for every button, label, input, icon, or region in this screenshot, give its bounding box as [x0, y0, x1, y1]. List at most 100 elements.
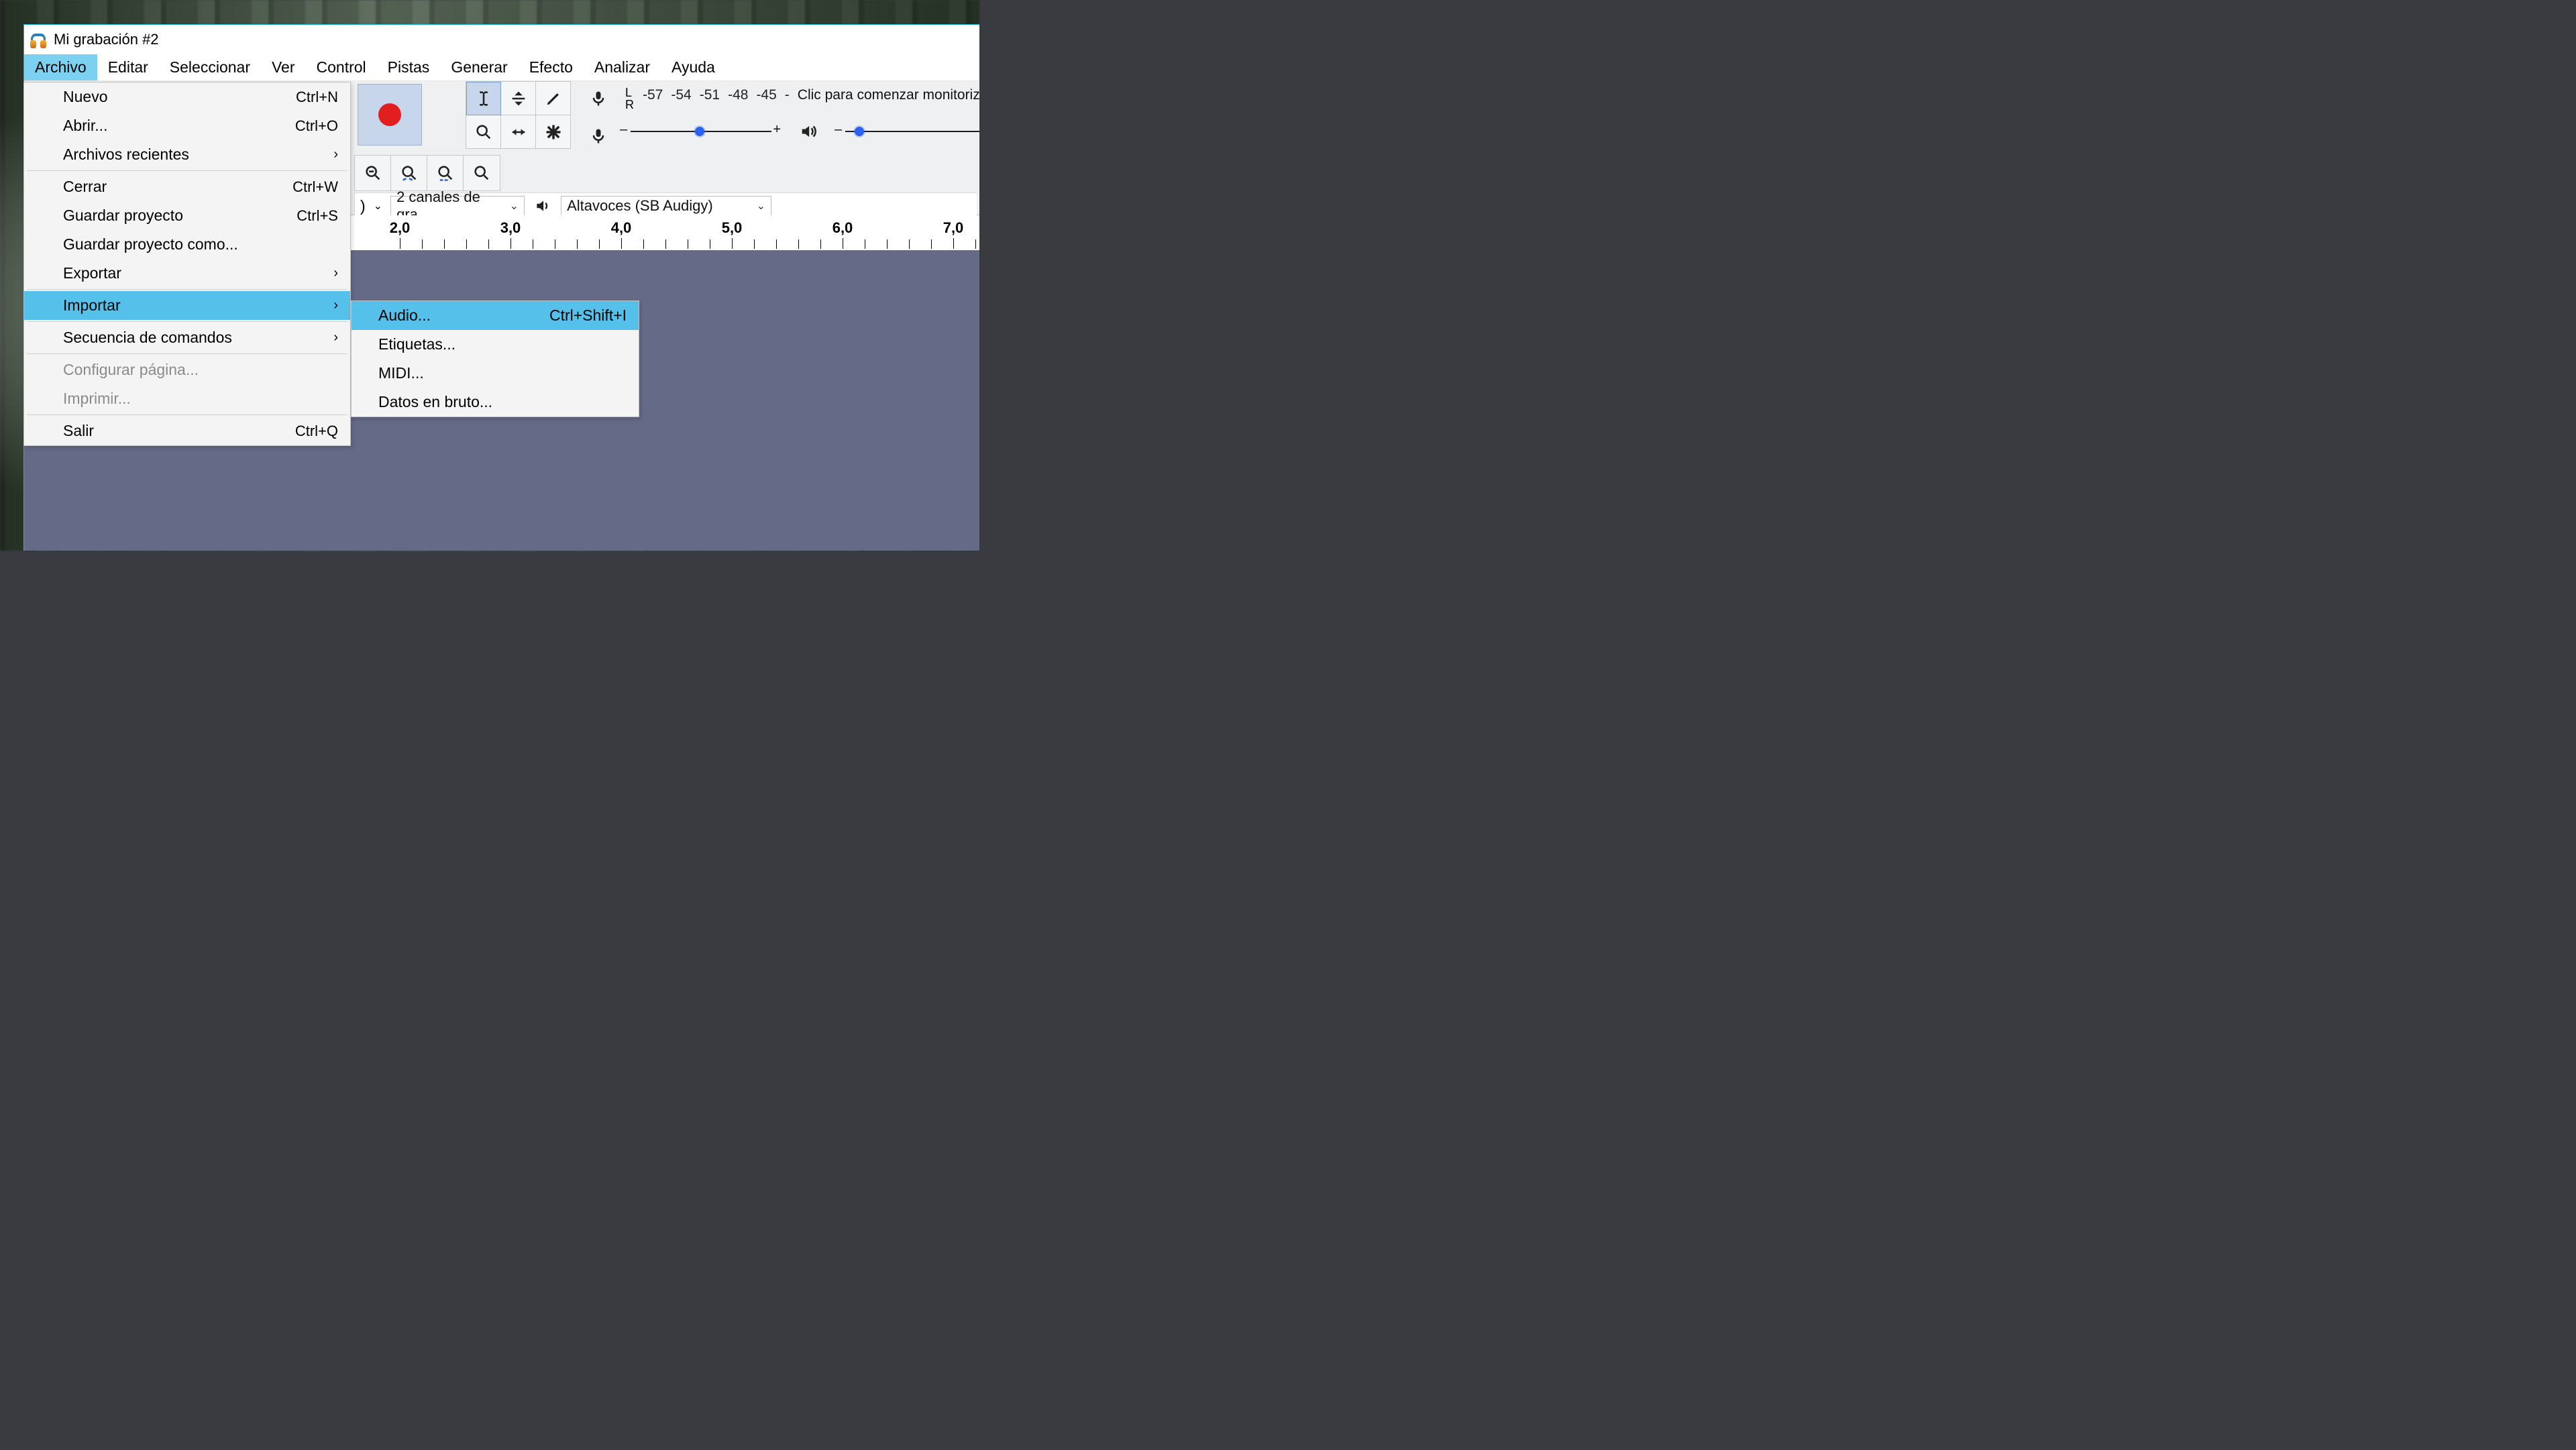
edit-zoom-toolbar [354, 155, 500, 191]
file-menu-save[interactable]: Guardar proyecto Ctrl+S [24, 201, 350, 230]
import-raw[interactable]: Datos en bruto... [352, 388, 639, 416]
ruler-minor-tick [754, 239, 755, 249]
ruler-minor-tick [488, 239, 489, 249]
menu-seleccionar[interactable]: Seleccionar [159, 54, 261, 80]
menu-item-label: Salir [63, 422, 94, 440]
menu-control[interactable]: Control [306, 54, 377, 80]
menu-pistas[interactable]: Pistas [377, 54, 441, 80]
file-menu-export[interactable]: Exportar › [24, 259, 350, 288]
menu-separator [27, 321, 347, 322]
menu-generar[interactable]: Generar [440, 54, 518, 80]
menu-efecto[interactable]: Efecto [519, 54, 584, 80]
menu-separator [27, 353, 347, 354]
multi-tool[interactable] [536, 115, 571, 149]
playback-device-combo[interactable]: Altavoces (SB Audigy) ⌄ [561, 196, 771, 216]
file-menu-open[interactable]: Abrir... Ctrl+O [24, 111, 350, 140]
chevron-down-icon[interactable]: ⌄ [374, 199, 382, 213]
playback-volume-slider[interactable]: –+ [845, 125, 979, 138]
zoom-out-button[interactable] [391, 156, 427, 190]
file-menu-close[interactable]: Cerrar Ctrl+W [24, 172, 350, 201]
zoom-in-button[interactable] [355, 156, 391, 190]
mic-indicator-icon [585, 85, 612, 112]
menu-item-label: Nuevo [63, 88, 107, 106]
meter-l-label: L [625, 87, 634, 99]
db-tick: -54 [671, 87, 691, 103]
menu-item-label: Guardar proyecto como... [63, 235, 238, 254]
mixer-toolbar: –+ –+ [631, 121, 979, 142]
magnifier-icon [472, 164, 491, 182]
menu-item-label: MIDI... [378, 364, 424, 382]
menu-editar[interactable]: Editar [97, 54, 159, 80]
asterisk-icon [544, 123, 563, 142]
import-midi[interactable]: MIDI... [352, 359, 639, 388]
menu-archivo[interactable]: Archivo [24, 54, 97, 80]
ruler-minor-tick [820, 239, 821, 249]
import-submenu: Audio... Ctrl+Shift+I Etiquetas... MIDI.… [351, 300, 639, 417]
ruler-minor-tick [665, 239, 666, 249]
import-audio[interactable]: Audio... Ctrl+Shift+I [352, 301, 639, 330]
ruler-label: 3,0 [500, 219, 521, 237]
menu-analizar[interactable]: Analizar [584, 54, 661, 80]
chevron-right-icon: › [333, 147, 338, 162]
db-dash: - [785, 87, 790, 103]
speaker-icon [533, 196, 553, 216]
import-labels[interactable]: Etiquetas... [352, 330, 639, 359]
selection-tool[interactable] [466, 82, 501, 115]
transport-toolbar [355, 81, 425, 148]
envelope-tool[interactable] [501, 82, 536, 115]
menu-item-label: Abrir... [63, 117, 107, 135]
menu-ayuda[interactable]: Ayuda [661, 54, 726, 80]
ruler-label: 4,0 [611, 219, 632, 237]
file-menu-recent[interactable]: Archivos recientes › [24, 140, 350, 169]
file-menu-new[interactable]: Nuevo Ctrl+N [24, 82, 350, 111]
chevron-down-icon: ⌄ [757, 199, 765, 213]
envelope-icon [509, 89, 528, 108]
ruler-minor-tick [599, 239, 600, 249]
file-menu-exit[interactable]: Salir Ctrl+Q [24, 416, 350, 445]
record-button[interactable] [358, 84, 422, 146]
file-menu-page-setup: Configurar página... [24, 355, 350, 384]
menu-item-accel: Ctrl+S [297, 207, 338, 225]
timeshift-tool[interactable] [501, 115, 536, 149]
fit-selection-button[interactable] [427, 156, 464, 190]
titlebar[interactable]: Mi grabación #2 [24, 25, 979, 54]
audacity-icon [30, 31, 47, 48]
recording-meter[interactable]: -57 -54 -51 -48 -45 - Clic para comenzar… [643, 85, 979, 105]
menu-separator [27, 289, 347, 290]
db-tick: -48 [728, 87, 748, 103]
ibeam-icon [474, 89, 493, 108]
fit-project-button[interactable] [464, 156, 500, 190]
ruler-minor-tick [422, 239, 423, 249]
recording-channels-combo[interactable]: 2 canales de gra ⌄ [390, 196, 525, 216]
pencil-icon [544, 89, 563, 108]
window-title: Mi grabación #2 [54, 31, 159, 48]
meter-hint: Clic para comenzar monitorización [798, 87, 979, 103]
recording-volume-slider[interactable]: –+ [631, 125, 771, 138]
menu-item-label: Etiquetas... [378, 335, 455, 353]
menu-separator [27, 170, 347, 171]
meter-r-label: R [625, 99, 634, 111]
ruler-tick [621, 238, 622, 249]
file-menu: Nuevo Ctrl+N Abrir... Ctrl+O Archivos re… [23, 82, 351, 446]
zoom-tool[interactable] [466, 115, 501, 149]
draw-tool[interactable] [536, 82, 571, 115]
menu-item-accel: Ctrl+W [292, 178, 338, 196]
magnifier-icon [474, 123, 493, 142]
file-menu-import[interactable]: Importar › [24, 291, 350, 320]
menu-ver[interactable]: Ver [261, 54, 306, 80]
ruler-minor-tick [776, 239, 777, 249]
tools-toolbar [466, 81, 571, 149]
ruler-label: 2,0 [390, 219, 411, 237]
menu-item-accel: Ctrl+Shift+I [549, 306, 627, 325]
file-menu-chains[interactable]: Secuencia de comandos › [24, 323, 350, 352]
menu-item-label: Audio... [378, 306, 431, 325]
menu-item-label: Configurar página... [63, 361, 199, 379]
ruler-minor-tick [909, 239, 910, 249]
menu-item-label: Importar [63, 296, 121, 315]
file-menu-saveas[interactable]: Guardar proyecto como... [24, 230, 350, 259]
ruler-minor-tick [643, 239, 644, 249]
playback-device-value: Altavoces (SB Audigy) [567, 197, 713, 215]
chevron-right-icon: › [333, 266, 338, 281]
ruler-minor-tick [798, 239, 799, 249]
ruler-label: 6,0 [833, 219, 853, 237]
